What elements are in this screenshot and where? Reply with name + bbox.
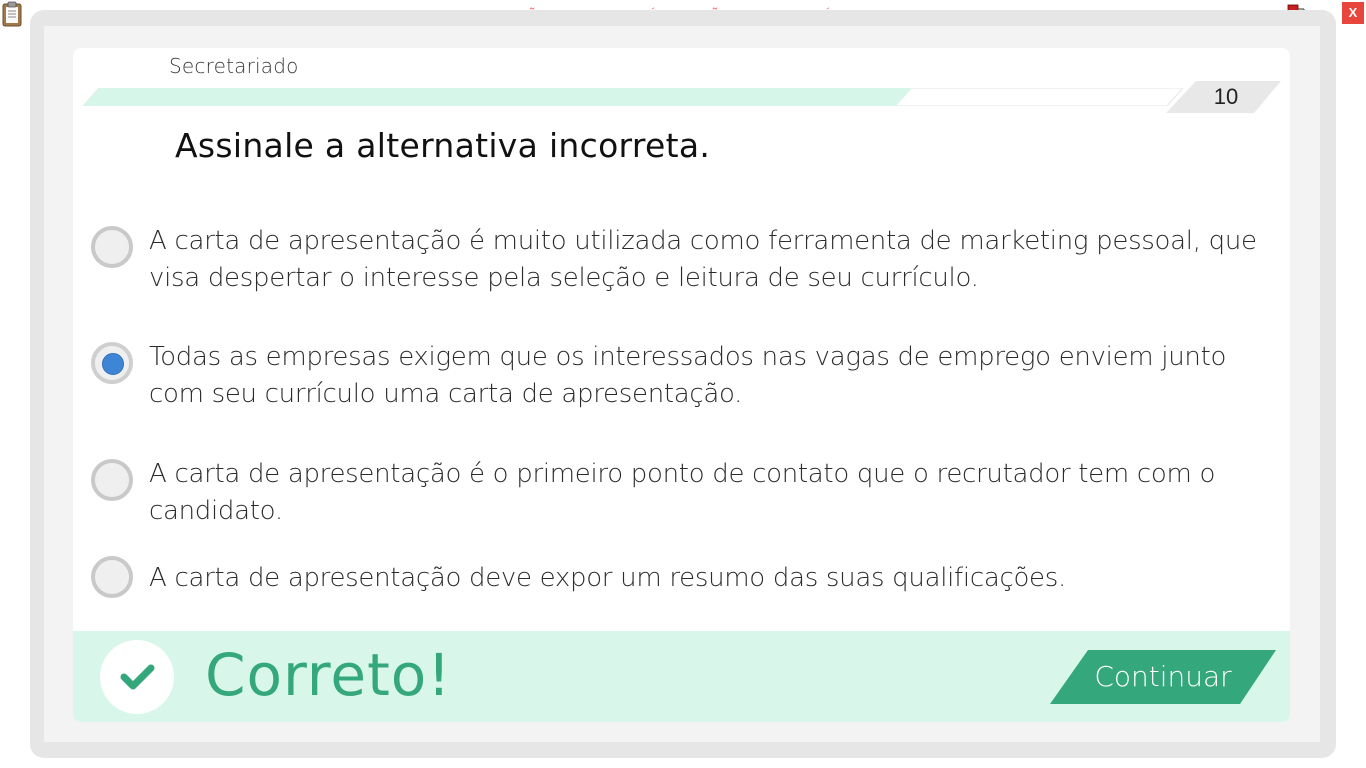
radio-selected-dot <box>102 353 124 375</box>
question-number: 10 <box>1213 84 1239 109</box>
subject-label: Secretariado <box>169 54 299 78</box>
radio-button[interactable] <box>91 556 133 598</box>
option-2[interactable]: Todas as empresas exigem que os interess… <box>91 339 1281 419</box>
option-3[interactable]: A carta de apresentação é o primeiro pon… <box>91 456 1281 536</box>
check-icon <box>120 664 155 690</box>
option-text: A carta de apresentação é muito utilizad… <box>149 226 1257 293</box>
clipboard-icon[interactable] <box>1 1 23 27</box>
progress-fill <box>83 88 912 106</box>
option-4[interactable]: A carta de apresentação deve expor um re… <box>91 556 1281 606</box>
continue-label: Continuar <box>1094 660 1232 693</box>
option-1[interactable]: A carta de apresentação é muito utilizad… <box>91 223 1281 303</box>
radio-button-selected[interactable] <box>91 342 133 384</box>
quiz-card: Secretariado 10 Assinale a alternativa i… <box>73 48 1290 722</box>
radio-button[interactable] <box>91 459 133 501</box>
radio-button[interactable] <box>91 226 133 268</box>
continue-button[interactable]: Continuar <box>1050 650 1276 704</box>
option-text: A carta de apresentação deve expor um re… <box>149 563 1066 593</box>
question-text: Assinale a alternativa incorreta. <box>175 126 711 165</box>
close-button[interactable]: X <box>1342 2 1364 24</box>
progress-bar <box>83 88 1183 106</box>
option-text: A carta de apresentação é o primeiro pon… <box>149 459 1216 526</box>
option-text: Todas as empresas exigem que os interess… <box>149 342 1227 409</box>
feedback-result: Correto! <box>205 641 452 709</box>
check-badge <box>100 640 174 714</box>
feedback-bar: Correto! Continuar <box>73 631 1290 722</box>
